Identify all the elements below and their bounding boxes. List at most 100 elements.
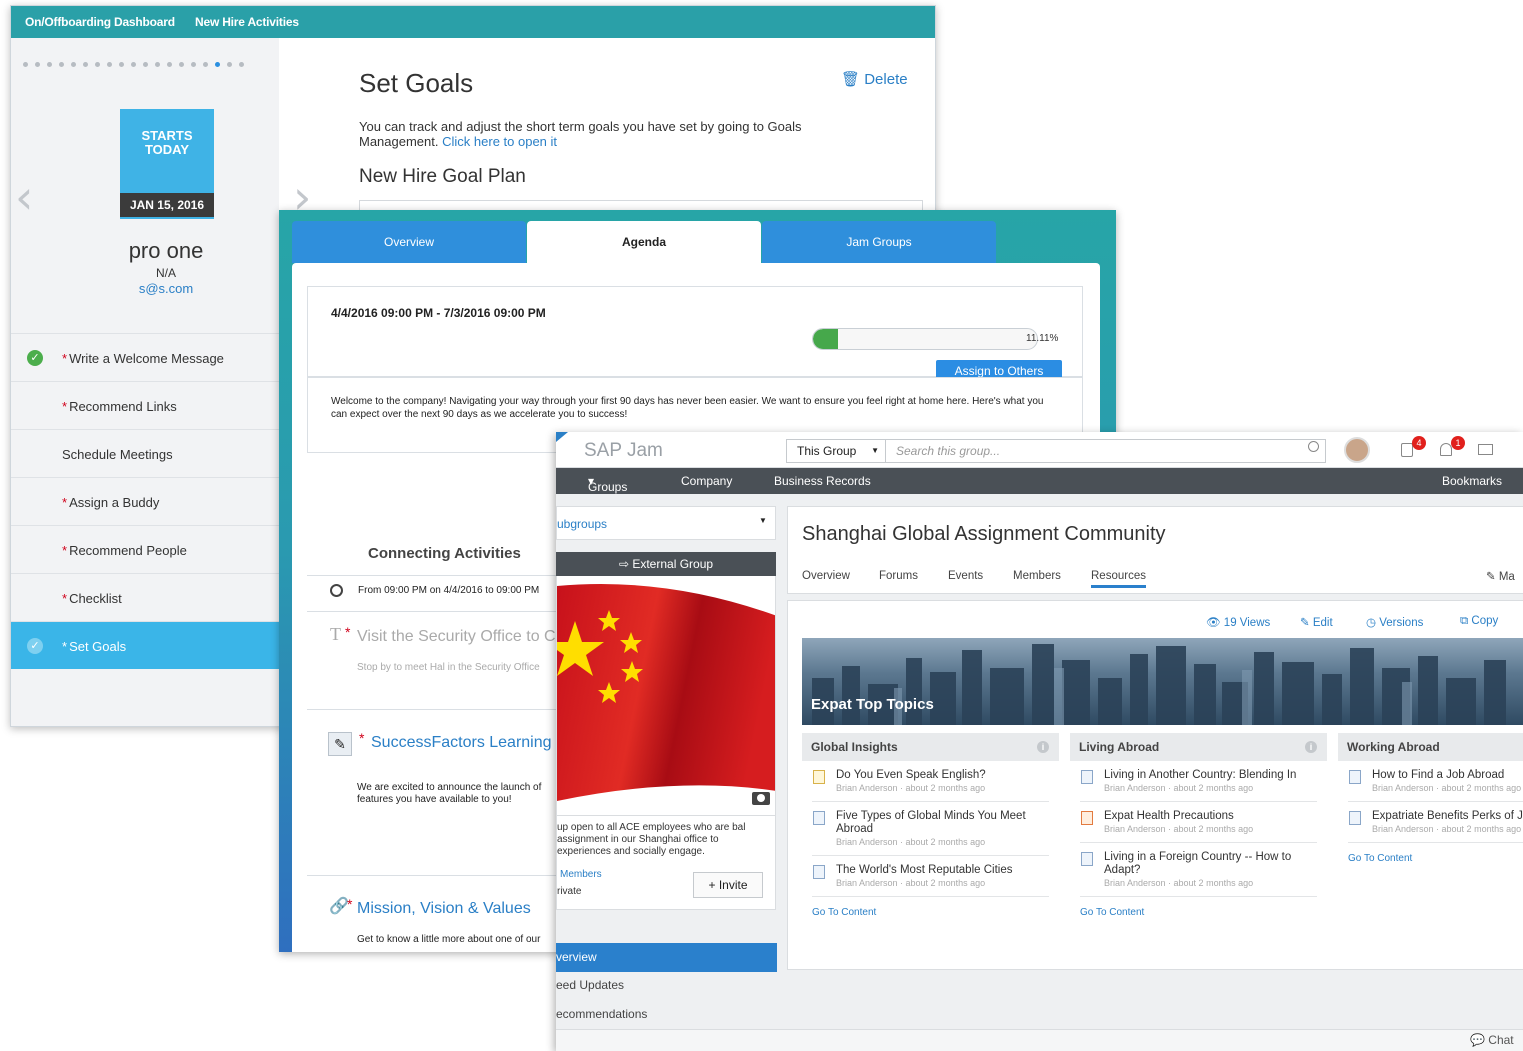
pager-dot[interactable]	[23, 62, 28, 67]
topic-title[interactable]: Expatriate Benefits Perks of Job	[1372, 810, 1523, 823]
topic-meta: Brian Anderson · about 2 months ago	[1104, 783, 1254, 793]
pager-dot[interactable]	[227, 62, 232, 67]
nav-new-hire-link[interactable]: New Hire Activities	[195, 15, 299, 29]
invite-label: Invite	[718, 878, 748, 892]
pager-dot[interactable]	[131, 62, 136, 67]
task-item[interactable]: * Checklist	[11, 573, 279, 621]
tab-overview[interactable]: Overview	[802, 570, 850, 582]
search-icon[interactable]	[1308, 441, 1319, 452]
pager-dot[interactable]	[35, 62, 40, 67]
tasks-icon[interactable]: 4	[1401, 436, 1426, 457]
goals-open-link[interactable]: Click here to open it	[442, 134, 557, 149]
pager-dot[interactable]	[71, 62, 76, 67]
activity-mission[interactable]: 🔗 * Mission, Vision & Values Get to know…	[307, 875, 557, 952]
pager-dot[interactable]	[191, 62, 196, 67]
required-star: *	[62, 639, 68, 654]
go-to-content-link[interactable]: Go To Content	[1348, 853, 1523, 864]
activity-title[interactable]: Visit the Security Office to C	[357, 628, 556, 646]
task-item[interactable]: ✓ * Write a Welcome Message	[11, 333, 279, 381]
task-item[interactable]: Schedule Meetings	[11, 429, 279, 477]
tab-jam-groups[interactable]: Jam Groups	[762, 221, 996, 263]
edit-button[interactable]: ✎ Edit	[1300, 615, 1333, 629]
topic-title[interactable]: Expat Health Precautions	[1104, 810, 1317, 823]
info-icon[interactable]: i	[1037, 741, 1049, 753]
topic-item[interactable]: How to Find a Job Abroad Brian Anderson ·…	[1348, 761, 1523, 802]
topic-title[interactable]: Living in Another Country: Blending In	[1104, 769, 1317, 782]
pager-dot[interactable]	[155, 62, 160, 67]
tab-resources[interactable]: Resources	[1091, 570, 1146, 588]
activity-title[interactable]: SuccessFactors Learning	[371, 734, 552, 752]
topic-item[interactable]: Do You Even Speak English? Brian Anderson…	[812, 761, 1049, 802]
topic-item[interactable]: Living in Another Country: Blending In Br…	[1080, 761, 1317, 802]
tab-members[interactable]: Members	[1013, 570, 1061, 582]
topic-item[interactable]: Expatriate Benefits Perks of Job Brian An…	[1348, 802, 1523, 843]
nav-groups[interactable]: Groups ▾	[588, 474, 627, 494]
pager-dot[interactable]	[83, 62, 88, 67]
views-count: 👁 19 Views	[1206, 617, 1271, 629]
nav-business-records[interactable]: Business Records	[774, 474, 871, 488]
pager-dot[interactable]	[203, 62, 208, 67]
activity-learning[interactable]: ✎ * SuccessFactors Learning We are excit…	[307, 709, 557, 875]
leftnav-feed-updates[interactable]: eed Updates	[556, 978, 624, 992]
nav-company[interactable]: Company	[681, 474, 732, 488]
info-icon[interactable]: i	[1305, 741, 1317, 753]
person-email[interactable]: s@s.com	[11, 281, 321, 296]
topic-item[interactable]: Five Types of Global Minds You Meet Abro…	[812, 802, 1049, 856]
pager-dot[interactable]	[179, 62, 184, 67]
pager-dot[interactable]	[143, 62, 148, 67]
members-link[interactable]: Members	[560, 869, 602, 880]
avatar[interactable]	[1344, 437, 1370, 463]
nav-dashboard-link[interactable]: On/Offboarding Dashboard	[25, 15, 175, 29]
bell-icon[interactable]: 1	[1440, 436, 1465, 456]
connecting-activities-title: Connecting Activities	[368, 545, 521, 562]
topic-title[interactable]: Five Types of Global Minds You Meet Abro…	[836, 810, 1049, 836]
tab-events[interactable]: Events	[948, 570, 983, 582]
pager-dot[interactable]	[107, 62, 112, 67]
document-icon	[1081, 811, 1093, 825]
topic-title[interactable]: How to Find a Job Abroad	[1372, 769, 1523, 782]
task-item[interactable]: * Recommend People	[11, 525, 279, 573]
mail-icon[interactable]	[1478, 444, 1493, 455]
pager-dot[interactable]	[167, 62, 172, 67]
topic-title[interactable]: The World's Most Reputable Cities	[836, 864, 1049, 877]
search-scope-select[interactable]: This Group ▼	[786, 439, 886, 463]
prev-arrow-icon[interactable]: ‹	[15, 170, 33, 224]
subgroups-select[interactable]: ubgroups ▼	[556, 506, 776, 540]
topic-column-header: Global Insights i	[802, 733, 1059, 761]
topic-item[interactable]: Expat Health Precautions Brian Anderson ·…	[1080, 802, 1317, 843]
pager-dots[interactable]	[23, 62, 251, 67]
pager-dot[interactable]	[239, 62, 244, 67]
group-header-card: Shanghai Global Assignment Community Ove…	[787, 506, 1523, 594]
pager-dot[interactable]	[59, 62, 64, 67]
manage-button[interactable]: ✎ Ma	[1486, 569, 1515, 583]
topic-title[interactable]: Living in a Foreign Country -- How to Ad…	[1104, 851, 1317, 877]
activity-security[interactable]: T * Visit the Security Office to C Stop …	[307, 611, 557, 709]
leftnav-recommendations[interactable]: ecommendations	[556, 1007, 647, 1021]
pager-dot[interactable]	[95, 62, 100, 67]
tab-forums[interactable]: Forums	[879, 570, 918, 582]
pager-dot[interactable]	[119, 62, 124, 67]
invite-button[interactable]: + Invite	[693, 872, 763, 898]
tab-agenda[interactable]: Agenda	[527, 221, 761, 263]
search-input[interactable]: Search this group...	[886, 439, 1326, 463]
pager-dot[interactable]	[215, 62, 220, 67]
topic-item[interactable]: The World's Most Reputable Cities Brian A…	[812, 856, 1049, 897]
nav-bookmarks[interactable]: Bookmarks	[1442, 474, 1502, 488]
task-item[interactable]: ✓ * Set Goals	[11, 621, 279, 669]
topic-title[interactable]: Do You Even Speak English?	[836, 769, 1049, 782]
go-to-content-link[interactable]: Go To Content	[812, 907, 1049, 918]
task-item[interactable]: * Recommend Links	[11, 381, 279, 429]
pager-dot[interactable]	[47, 62, 52, 67]
jam-brand[interactable]: SAP Jam	[584, 440, 663, 462]
go-to-content-link[interactable]: Go To Content	[1080, 907, 1317, 918]
tab-overview[interactable]: Overview	[292, 221, 526, 263]
versions-button[interactable]: ◷ Versions	[1366, 615, 1423, 629]
task-item[interactable]: * Assign a Buddy	[11, 477, 279, 525]
activity-title[interactable]: Mission, Vision & Values	[357, 900, 531, 918]
clock-icon	[330, 584, 343, 597]
topic-item[interactable]: Living in a Foreign Country -- How to Ad…	[1080, 843, 1317, 897]
copy-button[interactable]: ⧉ Copy	[1460, 615, 1498, 628]
chat-button[interactable]: 💬 Chat	[1470, 1033, 1514, 1047]
delete-button[interactable]: 🗑 Delete	[841, 70, 908, 88]
leftnav-overview[interactable]: verview	[556, 943, 777, 972]
